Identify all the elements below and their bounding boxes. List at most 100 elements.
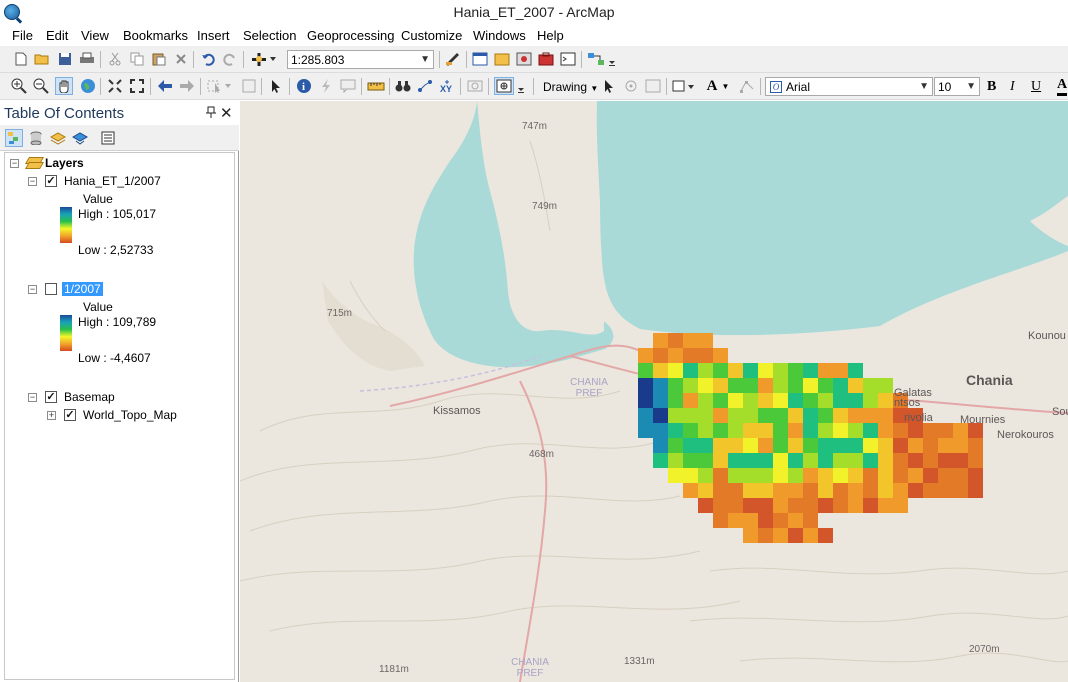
map-display[interactable]: 747m 749m 715m 468m 1181m 1331m 2070m Ki…	[240, 101, 1068, 682]
find-binoculars-icon[interactable]	[394, 77, 412, 95]
clear-selection-icon[interactable]	[240, 77, 258, 95]
toolbar-overflow-icon[interactable]	[516, 77, 526, 95]
raster-cell	[713, 498, 728, 513]
open-icon[interactable]	[33, 50, 51, 68]
list-by-source-icon[interactable]	[27, 129, 45, 147]
toolbar-overflow-icon[interactable]	[607, 50, 617, 68]
save-icon[interactable]	[56, 50, 74, 68]
editor-toolbar-icon[interactable]	[444, 50, 462, 68]
select-elements-arrow-icon[interactable]	[267, 77, 285, 95]
redo-icon[interactable]	[221, 50, 239, 68]
print-icon[interactable]	[78, 50, 96, 68]
layer-visibility-checkbox[interactable]: ✓	[45, 391, 57, 403]
font-size-combo[interactable]: 10 ▼	[934, 77, 980, 96]
raster-cell	[728, 438, 743, 453]
collapse-icon[interactable]: −	[10, 159, 19, 168]
table-of-contents-icon[interactable]	[471, 50, 489, 68]
layers-root-label[interactable]: Layers	[45, 156, 84, 170]
copy-icon[interactable]	[128, 50, 146, 68]
add-data-icon[interactable]	[250, 50, 278, 68]
pin-icon[interactable]	[206, 106, 216, 121]
map-scale-combo[interactable]: 1:285.803 ▼	[287, 50, 434, 69]
delete-icon[interactable]	[172, 50, 190, 68]
underline-button[interactable]: U	[1031, 79, 1041, 95]
cut-icon[interactable]	[106, 50, 124, 68]
zoom-in-icon[interactable]	[10, 77, 28, 95]
toc-tree: − Layers − ✓ Hania_ET_1/2007 Value High …	[4, 152, 235, 680]
full-extent-globe-icon[interactable]	[79, 77, 97, 95]
raster-cell	[698, 363, 713, 378]
zoom-to-selected-elements-icon[interactable]	[644, 77, 662, 95]
menu-geoprocessing[interactable]: Geoprocessing	[307, 28, 394, 43]
italic-button[interactable]: I	[1010, 79, 1015, 95]
select-features-icon[interactable]	[206, 77, 234, 95]
menu-windows[interactable]: Windows	[473, 28, 526, 43]
forward-extent-icon[interactable]	[178, 77, 196, 95]
hyperlink-bolt-icon[interactable]	[317, 77, 335, 95]
select-elements-arrow-icon[interactable]	[600, 77, 618, 95]
drawing-menu[interactable]: Drawing ▼	[543, 80, 598, 94]
raster-cell	[668, 468, 683, 483]
raster-cell	[848, 438, 863, 453]
measure-ruler-icon[interactable]	[367, 77, 385, 95]
list-by-selection-icon[interactable]	[71, 129, 89, 147]
find-route-icon[interactable]	[416, 77, 434, 95]
new-text-icon[interactable]: A ▼	[703, 77, 733, 95]
menu-selection[interactable]: Selection	[243, 28, 296, 43]
raster-cell	[938, 423, 953, 438]
list-by-drawing-order-icon[interactable]	[5, 129, 23, 147]
raster-cell	[773, 468, 788, 483]
list-by-visibility-icon[interactable]	[49, 129, 67, 147]
close-icon[interactable]: ✕	[220, 104, 233, 122]
menu-view[interactable]: View	[81, 28, 109, 43]
paste-icon[interactable]	[150, 50, 168, 68]
arctoolbox-icon[interactable]	[537, 50, 555, 68]
bold-button[interactable]: B	[987, 79, 996, 95]
rectangle-tool-icon[interactable]	[672, 77, 696, 95]
layer-name-hania-et[interactable]: Hania_ET_1/2007	[64, 174, 161, 188]
model-builder-icon[interactable]	[587, 50, 605, 68]
raster-cell	[788, 453, 803, 468]
search-window-icon[interactable]	[515, 50, 533, 68]
identify-icon[interactable]: i	[295, 77, 313, 95]
layer-name-1-2007[interactable]: 1/2007	[62, 282, 103, 296]
menu-help[interactable]: Help	[537, 28, 564, 43]
create-viewer-window-icon[interactable]	[494, 77, 514, 95]
toolbar-separator	[289, 78, 290, 95]
font-name-combo[interactable]: O Arial ▼	[765, 77, 933, 96]
layer-visibility-checkbox[interactable]: ✓	[45, 175, 57, 187]
menu-insert[interactable]: Insert	[197, 28, 230, 43]
font-color-icon[interactable]: A	[1053, 77, 1068, 96]
catalog-window-icon[interactable]	[493, 50, 511, 68]
undo-icon[interactable]	[199, 50, 217, 68]
collapse-icon[interactable]: −	[28, 285, 37, 294]
html-popup-icon[interactable]	[339, 77, 357, 95]
edit-vertices-icon[interactable]	[738, 77, 756, 95]
menu-edit[interactable]: Edit	[46, 28, 68, 43]
new-document-icon[interactable]	[12, 50, 30, 68]
pan-hand-icon[interactable]	[55, 77, 73, 95]
layer-name-basemap[interactable]: Basemap	[64, 390, 115, 404]
raster-cell	[638, 408, 653, 423]
raster-cell	[833, 498, 848, 513]
go-to-xy-icon[interactable]: XY	[438, 77, 456, 95]
expand-icon[interactable]: +	[47, 411, 56, 420]
back-extent-icon[interactable]	[156, 77, 174, 95]
collapse-icon[interactable]: −	[28, 393, 37, 402]
menu-file[interactable]: File	[12, 28, 33, 43]
layer-visibility-checkbox[interactable]: ✓	[64, 409, 76, 421]
collapse-icon[interactable]: −	[28, 177, 37, 186]
raster-cell	[668, 348, 683, 363]
python-window-icon[interactable]	[559, 50, 577, 68]
fixed-zoom-out-icon[interactable]	[128, 77, 146, 95]
fixed-zoom-in-icon[interactable]	[106, 77, 124, 95]
menu-bookmarks[interactable]: Bookmarks	[123, 28, 188, 43]
toc-options-icon[interactable]	[99, 129, 117, 147]
rotate-icon[interactable]	[622, 77, 640, 95]
menu-customize[interactable]: Customize	[401, 28, 462, 43]
layer-name-world-topo-map[interactable]: World_Topo_Map	[83, 408, 177, 422]
time-slider-icon[interactable]	[466, 77, 484, 95]
zoom-out-icon[interactable]	[32, 77, 50, 95]
raster-cell	[788, 438, 803, 453]
layer-visibility-checkbox[interactable]	[45, 283, 57, 295]
